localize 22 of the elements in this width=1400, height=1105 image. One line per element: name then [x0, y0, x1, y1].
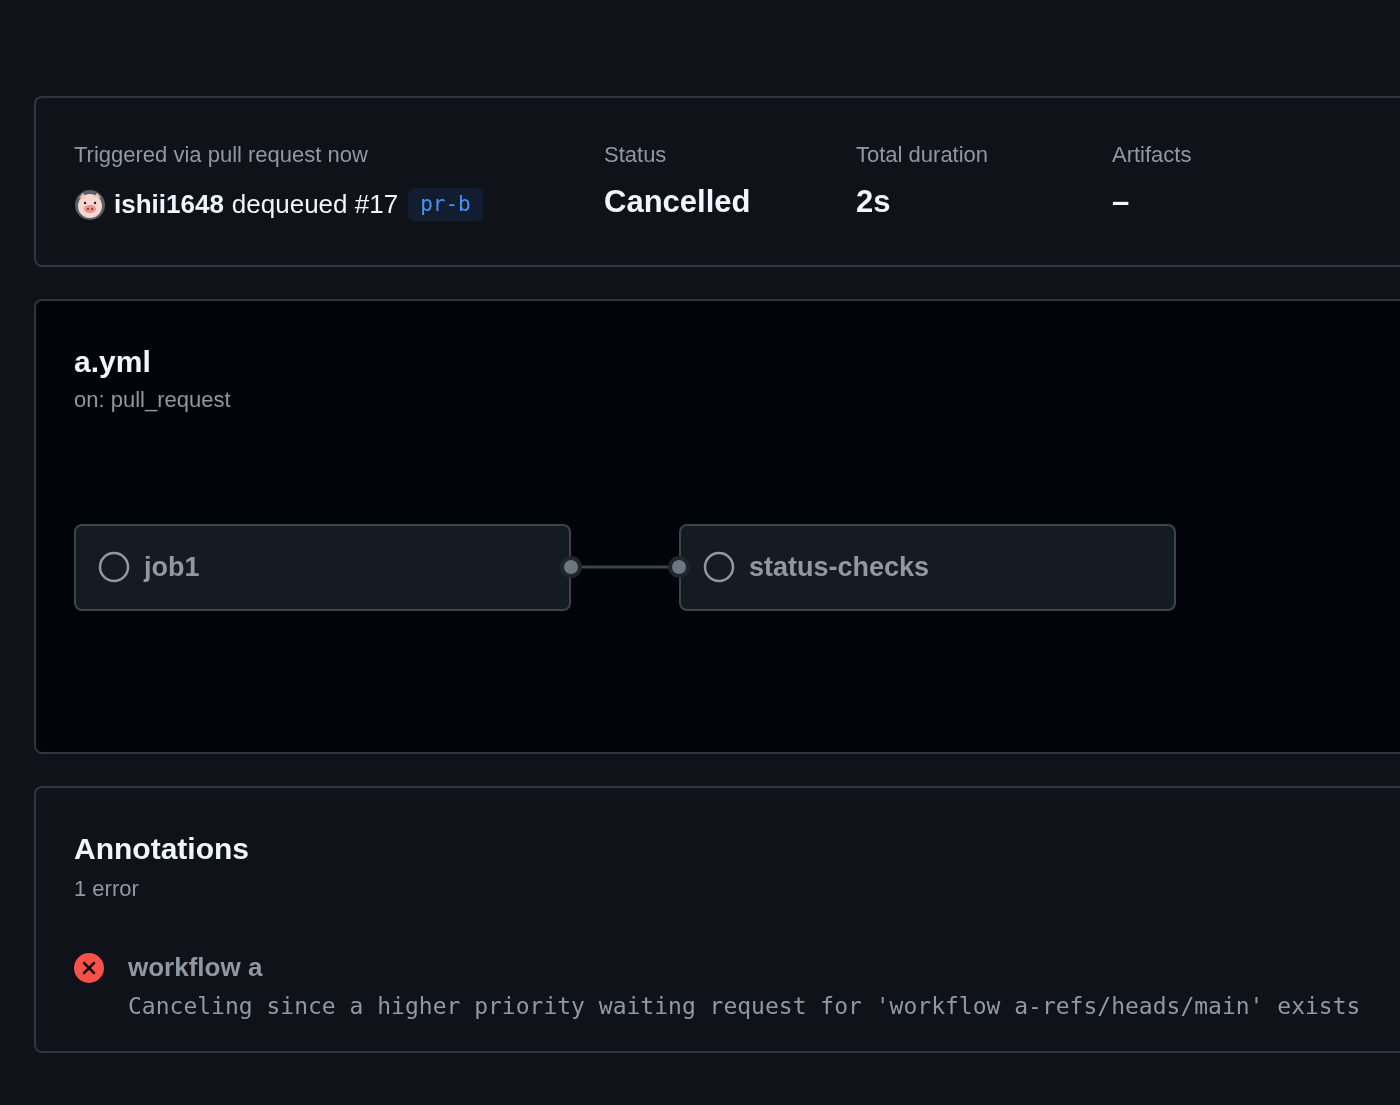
actor-link[interactable]: ishii1648 — [114, 185, 224, 224]
annotation-message: Canceling since a higher priority waiting request for 'workflow a-refs/heads/main' exists — [128, 992, 1361, 1021]
branch-tag[interactable]: pr-b — [408, 187, 483, 222]
trigger-text: Triggered via pull request now — [74, 141, 369, 169]
stat-label: Status — [604, 141, 668, 169]
annotations-title: Annotations — [74, 831, 250, 867]
stat-label: Artifacts — [1112, 141, 1193, 169]
stat-label: Total duration — [856, 141, 990, 169]
annotation-title: workflow a — [128, 950, 264, 983]
pig-avatar-icon — [74, 188, 106, 221]
job-node[interactable]: status-checks — [679, 523, 1176, 611]
error-icon — [74, 952, 104, 983]
workflow-trigger: on: pull_request — [74, 385, 232, 414]
workflow-name: a.yml — [74, 344, 152, 380]
stat-value: – — [1112, 183, 1131, 221]
annotations-count: 1 error — [74, 874, 140, 903]
stat-value: Cancelled — [604, 183, 752, 221]
job-node[interactable]: job1 — [74, 523, 571, 611]
action-text: dequeued #17 — [231, 188, 399, 221]
queued-circle-icon — [98, 551, 130, 583]
stat-value: 2s — [856, 183, 892, 221]
queued-circle-icon — [703, 551, 735, 583]
